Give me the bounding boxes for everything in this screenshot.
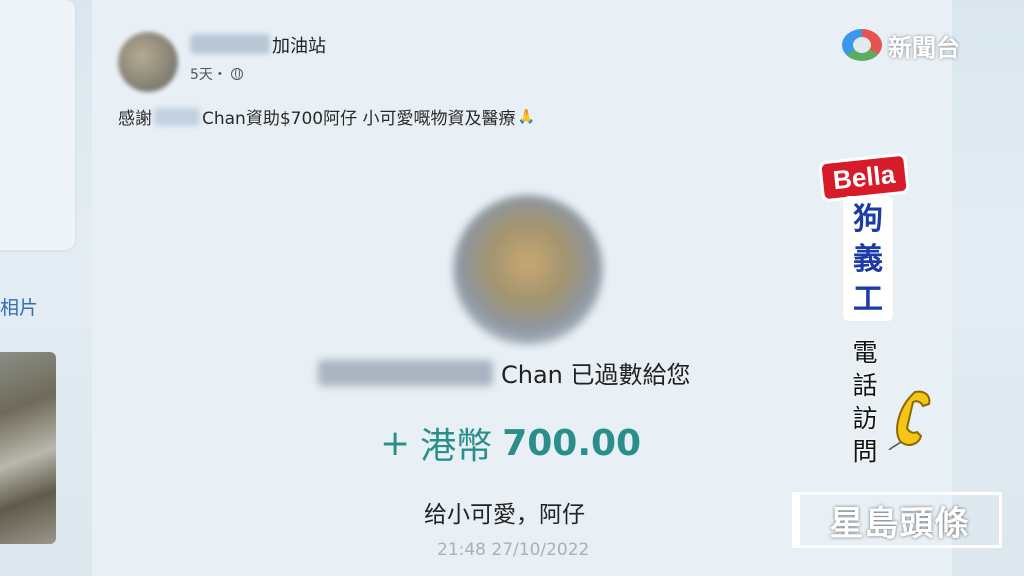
post-text: 感謝 Chan資助$700阿仔 小可愛嘅物資及醫療 🙏: [118, 104, 535, 129]
amount-value: 700.00: [502, 422, 642, 464]
post-time-text: 5天・: [190, 67, 227, 83]
tvb-logo-icon: [842, 29, 882, 61]
pray-icon: 🙏: [517, 108, 535, 125]
page-avatar[interactable]: [118, 32, 178, 92]
sender-profile-picture: [453, 195, 603, 345]
watermark: 星島頭條: [792, 492, 1002, 548]
transfer-memo: 给小可愛，阿仔: [424, 502, 585, 528]
channel-logo-text: 新聞台: [888, 33, 960, 62]
transfer-timestamp: 21:48 27/10/2022: [437, 540, 590, 560]
post-text-start: 感謝: [118, 109, 152, 129]
page-name[interactable]: 加油站: [272, 32, 326, 58]
page-name-redacted: [190, 34, 270, 54]
amount-currency: 港幣: [420, 426, 493, 467]
transfer-amount: + 港幣 700.00: [380, 417, 641, 469]
sender-name-redacted: [318, 359, 493, 386]
amount-plus-sign: +: [380, 422, 411, 464]
globe-icon: [230, 68, 243, 80]
channel-logo: 新聞台: [842, 27, 972, 63]
post-timestamp[interactable]: 5天・: [190, 64, 243, 84]
interviewee-role: 狗義工: [853, 202, 883, 317]
photo-thumbnail[interactable]: [0, 352, 56, 544]
transfer-notice: Chan 已過數給您: [318, 355, 691, 390]
donor-name-redacted: [154, 107, 200, 126]
left-sidebar-card: [0, 0, 75, 250]
watermark-text: 星島頭條: [829, 503, 970, 544]
phone-icon: [888, 390, 931, 450]
post-text-end: Chan資助$700阿仔 小可愛嘅物資及醫療: [202, 109, 516, 129]
interview-type: 電話訪問: [852, 338, 878, 466]
photos-link[interactable]: 相片: [0, 293, 38, 320]
transfer-notice-text: Chan 已過數給您: [501, 361, 691, 389]
